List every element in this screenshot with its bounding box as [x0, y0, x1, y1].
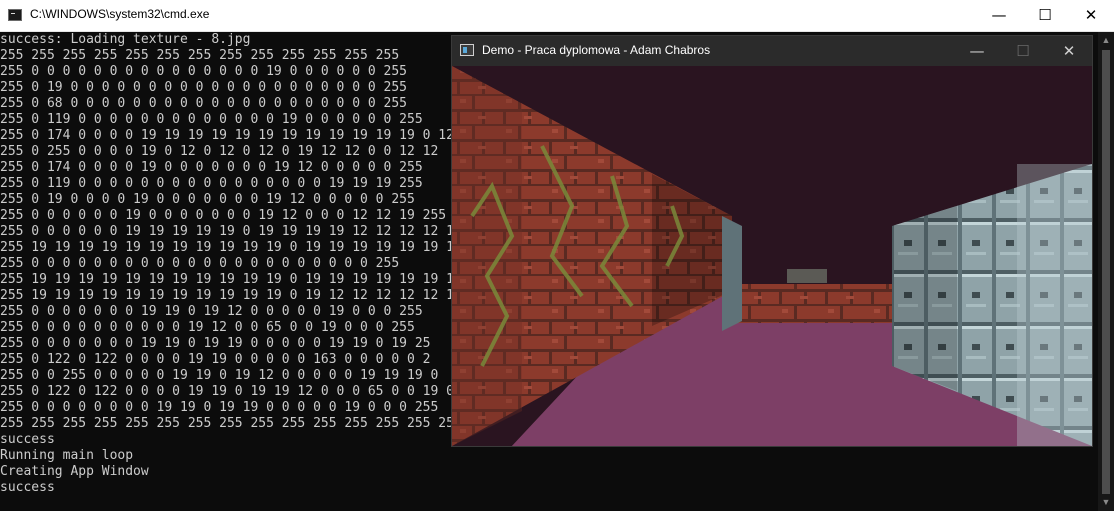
demo-minimize-button[interactable]: —: [954, 36, 1000, 66]
scroll-down-arrow-icon[interactable]: ▼: [1098, 494, 1114, 511]
demo-close-button[interactable]: ✕: [1046, 36, 1092, 66]
demo-window: Demo - Praca dyplomowa - Adam Chabros — …: [451, 35, 1093, 447]
console-maximize-button[interactable]: ☐: [1022, 0, 1068, 31]
far-object: [787, 269, 827, 283]
demo-title: Demo - Praca dyplomowa - Adam Chabros: [482, 43, 711, 57]
game-viewport[interactable]: [452, 66, 1092, 446]
demo-maximize-button: ☐: [1016, 42, 1030, 60]
console-close-button[interactable]: ✕: [1068, 0, 1114, 31]
console-app-icon: [8, 9, 22, 21]
scrollbar-thumb[interactable]: [1102, 50, 1110, 494]
far-brick-wall: [732, 284, 892, 323]
console-title: C:\WINDOWS\system32\cmd.exe: [30, 7, 210, 21]
far-metal-strip: [722, 216, 742, 331]
console-line: success: [0, 480, 55, 495]
scroll-up-arrow-icon[interactable]: ▲: [1098, 32, 1114, 49]
console-line: Running main loop: [0, 448, 134, 463]
demo-title-bar[interactable]: Demo - Praca dyplomowa - Adam Chabros — …: [452, 36, 1092, 66]
console-scrollbar[interactable]: ▲ ▼: [1098, 32, 1114, 511]
console-line: Creating App Window: [0, 464, 149, 479]
demo-app-icon: [460, 44, 474, 56]
raycast-scene: [452, 66, 1092, 446]
console-title-bar[interactable]: C:\WINDOWS\system32\cmd.exe — ☐ ✕: [0, 0, 1114, 32]
console-minimize-button[interactable]: —: [976, 0, 1022, 31]
